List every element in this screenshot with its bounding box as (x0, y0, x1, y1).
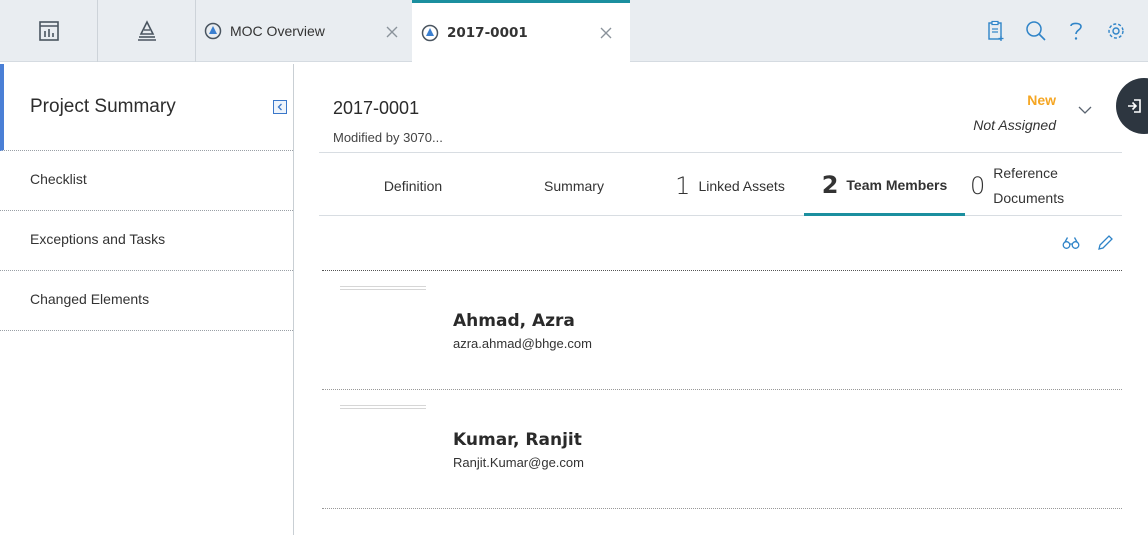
list-tools (1054, 230, 1122, 256)
member-name: Ahmad, Azra (453, 311, 575, 331)
help-button[interactable] (1056, 11, 1096, 51)
tab-reference-documents-label: Reference Documents (993, 161, 1064, 211)
left-item-exceptions-and-tasks[interactable]: Exceptions and Tasks (0, 211, 293, 271)
clipboard-button[interactable] (976, 11, 1016, 51)
asset-hierarchy-tab[interactable] (98, 0, 196, 62)
moc-icon (421, 24, 439, 41)
member-photo-placeholder (340, 286, 426, 290)
left-panel: Project Summary Checklist Exceptions and… (0, 64, 294, 535)
tab-moc-overview-label: MOC Overview (230, 23, 325, 39)
moc-icon (204, 22, 222, 40)
header-divider (319, 152, 1122, 153)
sign-in-icon (1128, 99, 1141, 113)
record-id: 2017-0001 (333, 98, 420, 118)
tab-reference-documents-count: 0 (970, 172, 986, 200)
tab-linked-assets-label: Linked Assets (698, 178, 785, 194)
tab-reference-documents-label-line2: Documents (993, 190, 1065, 206)
tab-2017-0001-label: 2017-0001 (447, 24, 528, 41)
find-button[interactable] (1054, 230, 1088, 256)
tab-definition-label: Definition (383, 178, 443, 194)
binoculars-icon (1062, 237, 1080, 249)
tab-definition[interactable]: Definition (333, 156, 493, 216)
tab-moc-overview[interactable]: MOC Overview (204, 0, 412, 62)
tab-reference-documents-label-line1: Reference (993, 165, 1058, 181)
record-modified: Modified by 3070... (333, 130, 443, 145)
list-top-divider (322, 270, 1122, 271)
clipboard-add-icon (988, 20, 1004, 41)
tab-team-members-label: Team Members (846, 176, 948, 193)
left-panel-header: Project Summary (0, 64, 293, 151)
dashboard-tab[interactable] (0, 0, 98, 62)
member-name: Kumar, Ranjit (453, 430, 582, 450)
left-item-checklist[interactable]: Checklist (0, 151, 293, 211)
tab-reference-documents[interactable]: 0 Reference Documents (970, 156, 1085, 216)
main-content: 2017-0001 Modified by 3070... New Not As… (319, 64, 1122, 535)
chevron-down-icon[interactable] (1076, 104, 1094, 116)
edit-button[interactable] (1088, 230, 1122, 256)
tab-linked-assets[interactable]: 1 Linked Assets (655, 156, 805, 216)
tab-summary-label: Summary (544, 178, 604, 194)
tab-team-members-count: 2 (821, 170, 839, 199)
tab-linked-assets-count: 1 (675, 172, 691, 200)
left-panel-title: Project Summary (30, 96, 176, 117)
search-button[interactable] (1016, 11, 1056, 51)
settings-button[interactable] (1096, 11, 1136, 51)
settings-icon (1108, 23, 1124, 39)
team-member-row[interactable]: Ahmad, Azra azra.ahmad@bhge.com (322, 272, 1122, 390)
team-member-row[interactable]: Kumar, Ranjit Ranjit.Kumar@ge.com (322, 391, 1122, 509)
pencil-icon (1098, 235, 1113, 250)
member-email: Ranjit.Kumar@ge.com (453, 455, 584, 470)
close-icon[interactable] (384, 24, 400, 40)
left-item-changed-elements[interactable]: Changed Elements (0, 271, 293, 331)
member-email: azra.ahmad@bhge.com (453, 336, 592, 351)
tab-summary[interactable]: Summary (494, 156, 654, 216)
tab-2017-0001[interactable]: 2017-0001 (412, 0, 630, 62)
top-tab-bar: MOC Overview 2017-0001 (0, 0, 1148, 62)
search-icon (1026, 21, 1046, 41)
chevron-left-icon (277, 103, 282, 111)
close-icon[interactable] (598, 25, 614, 41)
tab-team-members[interactable]: 2 Team Members (804, 156, 965, 216)
collapse-panel-button[interactable] (273, 100, 287, 114)
member-photo-placeholder (340, 405, 426, 409)
asset-hierarchy-icon (137, 20, 156, 41)
record-tabs: Definition Summary 1 Linked Assets 2 Tea… (319, 156, 1122, 216)
state-label[interactable]: New (1027, 92, 1056, 108)
dashboard-icon (38, 21, 59, 41)
assignment-label: Not Assigned (973, 117, 1056, 133)
top-actions (976, 0, 1136, 62)
help-icon (1070, 22, 1082, 40)
